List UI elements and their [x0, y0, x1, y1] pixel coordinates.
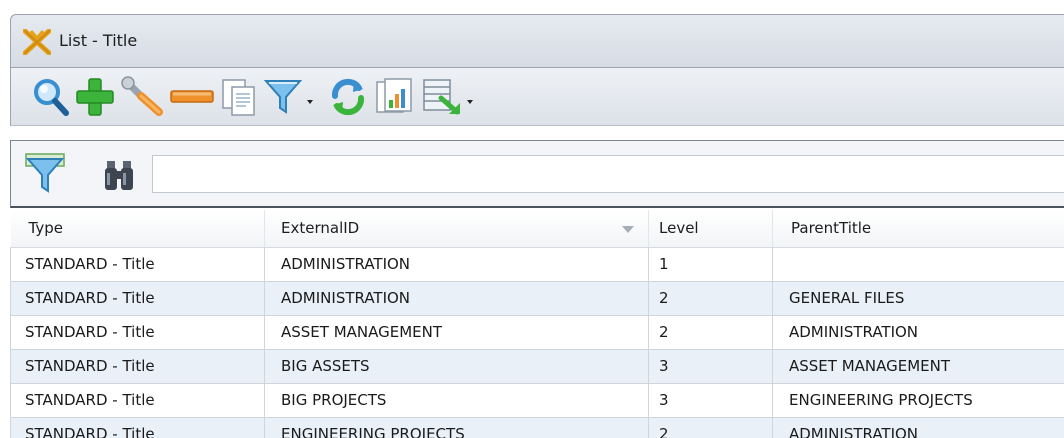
report-button[interactable] — [373, 76, 415, 118]
app-logo-icon — [23, 29, 51, 55]
cell-parenttitle: GENERAL FILES — [772, 281, 1064, 316]
search-button[interactable] — [31, 76, 71, 118]
magnifier-icon — [34, 79, 69, 116]
data-grid: Type ExternalID Level ParentTitle STANDA… — [10, 210, 1064, 438]
chevron-down-icon — [307, 100, 313, 104]
cell-parenttitle: ASSET MANAGEMENT — [772, 349, 1064, 384]
export-dropdown-button[interactable] — [421, 76, 477, 118]
cell-externalid: ADMINISTRATION — [264, 281, 649, 316]
cell-type: STANDARD - Title — [10, 315, 265, 350]
cell-parenttitle: ADMINISTRATION — [772, 417, 1064, 438]
sort-descending-icon — [622, 226, 634, 233]
toolbar — [10, 68, 1064, 126]
cell-parenttitle: ENGINEERING PROJECTS — [772, 383, 1064, 418]
find-button[interactable] — [103, 159, 135, 197]
chevron-down-icon — [467, 100, 473, 104]
table-row[interactable]: STANDARD - Title ASSET MANAGEMENT 2 ADMI… — [10, 315, 1064, 350]
refresh-icon — [331, 78, 365, 116]
column-header-label: ExternalID — [281, 219, 360, 238]
cell-type: STANDARD - Title — [10, 349, 265, 384]
table-row[interactable]: STANDARD - Title ADMINISTRATION 1 — [10, 247, 1064, 282]
remove-button[interactable] — [169, 76, 215, 118]
cell-level: 3 — [648, 383, 773, 418]
cell-parenttitle — [772, 247, 1064, 282]
cell-parenttitle: ADMINISTRATION — [772, 315, 1064, 350]
minus-icon — [170, 90, 214, 103]
column-header-externalid[interactable]: ExternalID — [264, 210, 649, 248]
apply-filter-button[interactable] — [25, 153, 65, 199]
table-header-row: Type ExternalID Level ParentTitle — [10, 210, 1064, 248]
window-title: List - Title — [59, 31, 138, 50]
column-header-parenttitle[interactable]: ParentTitle — [772, 210, 1064, 248]
cell-externalid: BIG PROJECTS — [264, 383, 649, 418]
cell-externalid: BIG ASSETS — [264, 349, 649, 384]
cell-level: 3 — [648, 349, 773, 384]
plus-icon — [76, 78, 114, 116]
cell-type: STANDARD - Title — [10, 247, 265, 282]
title-table: Type ExternalID Level ParentTitle STANDA… — [10, 210, 1064, 438]
window-edge — [0, 14, 10, 438]
table-row[interactable]: STANDARD - Title BIG PROJECTS 3 ENGINEER… — [10, 383, 1064, 418]
report-icon — [376, 78, 412, 113]
table-row[interactable]: STANDARD - Title ENGINEERING PROJECTS 2 … — [10, 417, 1064, 438]
add-button[interactable] — [75, 76, 115, 118]
cell-externalid: ENGINEERING PROJECTS — [264, 417, 649, 438]
cell-externalid: ASSET MANAGEMENT — [264, 315, 649, 350]
table-row[interactable]: STANDARD - Title BIG ASSETS 3 ASSET MANA… — [10, 349, 1064, 384]
table-row[interactable]: STANDARD - Title ADMINISTRATION 2 GENERA… — [10, 281, 1064, 316]
column-header-type[interactable]: Type — [10, 210, 265, 248]
cell-level: 2 — [648, 315, 773, 350]
filter-bar — [10, 140, 1064, 208]
cell-level: 1 — [648, 247, 773, 282]
cell-type: STANDARD - Title — [10, 417, 265, 438]
export-icon — [423, 79, 460, 115]
wrench-icon — [121, 76, 163, 116]
filter-icon — [25, 153, 65, 193]
filter-dropdown-button[interactable] — [263, 76, 317, 118]
column-header-level[interactable]: Level — [648, 210, 773, 248]
filter-icon — [263, 80, 303, 114]
title-bar[interactable]: List - Title — [10, 14, 1064, 68]
binoculars-icon — [105, 161, 133, 190]
documents-icon — [222, 79, 255, 116]
refresh-button[interactable] — [327, 76, 369, 118]
cell-externalid: ADMINISTRATION — [264, 247, 649, 282]
edit-button[interactable] — [121, 76, 165, 118]
cell-type: STANDARD - Title — [10, 281, 265, 316]
list-window: List - Title Type ExternalID Level Paren… — [10, 14, 1064, 438]
cell-level: 2 — [648, 417, 773, 438]
cell-level: 2 — [648, 281, 773, 316]
search-input[interactable] — [152, 155, 1064, 193]
cell-type: STANDARD - Title — [10, 383, 265, 418]
copy-button[interactable] — [219, 76, 259, 118]
